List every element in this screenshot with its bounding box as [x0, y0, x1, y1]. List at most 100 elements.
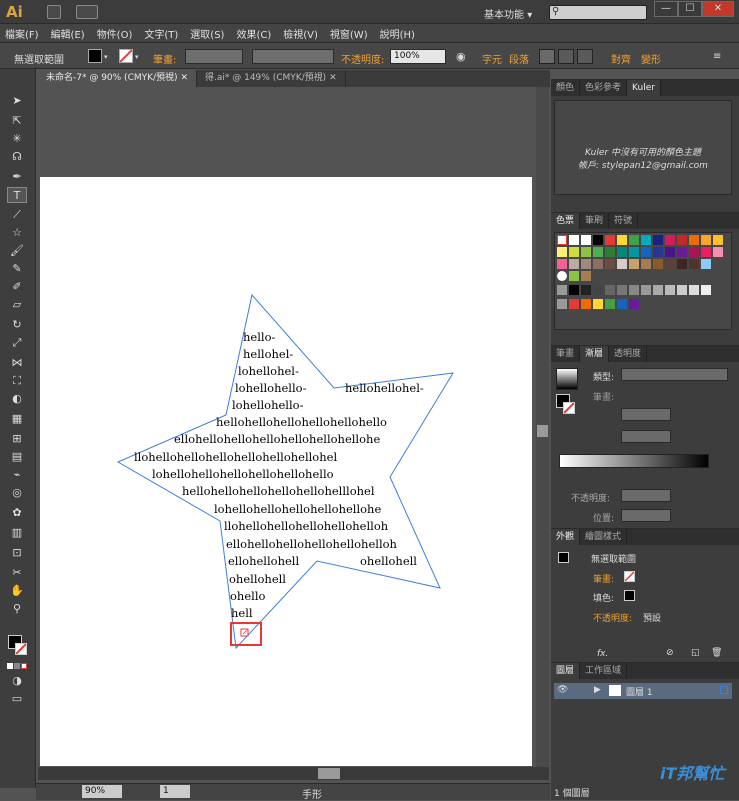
- swatch[interactable]: [629, 247, 639, 257]
- swatch[interactable]: [569, 285, 579, 295]
- swatch[interactable]: [605, 259, 615, 269]
- swatch[interactable]: [593, 299, 603, 309]
- swatch[interactable]: [677, 259, 687, 269]
- area-text-line[interactable]: ohellohell: [360, 554, 417, 568]
- swatch[interactable]: [581, 271, 591, 281]
- swatch[interactable]: [629, 299, 639, 309]
- swatch[interactable]: [569, 247, 579, 257]
- gradient-position-field[interactable]: [621, 509, 671, 522]
- swatch[interactable]: [641, 235, 651, 245]
- fx-icon[interactable]: fx.: [597, 649, 608, 659]
- stroke-color-icon[interactable]: [563, 402, 575, 414]
- swatch[interactable]: [617, 285, 627, 295]
- artboard-number-field[interactable]: 1: [160, 785, 190, 798]
- layer-row[interactable]: 👁 ▶ 圖層 1: [554, 683, 732, 699]
- expand-arrow-icon[interactable]: ▶: [594, 685, 601, 695]
- swatch[interactable]: [593, 259, 603, 269]
- scroll-thumb[interactable]: [537, 425, 548, 437]
- area-text-line[interactable]: hell: [231, 606, 253, 620]
- tab-brushes[interactable]: 筆刷: [580, 213, 610, 229]
- horizontal-scrollbar[interactable]: [38, 767, 549, 780]
- appearance-opacity-link[interactable]: 不透明度:: [593, 611, 632, 624]
- swatch[interactable]: [677, 285, 687, 295]
- folder-icon[interactable]: [557, 299, 567, 309]
- area-text-line[interactable]: lohellohello-: [235, 381, 306, 395]
- tab-stroke[interactable]: 筆畫: [551, 346, 581, 362]
- swatch[interactable]: [581, 247, 591, 257]
- swatch[interactable]: [653, 259, 663, 269]
- swatch[interactable]: [677, 247, 687, 257]
- area-text-line[interactable]: lohellohello-: [232, 398, 303, 412]
- swatch[interactable]: [617, 247, 627, 257]
- area-text-line[interactable]: llohellohellohellohellohelloh: [224, 519, 388, 533]
- swatch[interactable]: [641, 285, 651, 295]
- tab-graphic-styles[interactable]: 繪圖樣式: [580, 529, 628, 545]
- area-text-line[interactable]: ellohellohellohellohellohellohellohe: [174, 432, 380, 446]
- current-tool-label[interactable]: 手形: [302, 786, 322, 801]
- layer-target-icon[interactable]: [720, 686, 728, 694]
- swatch[interactable]: [557, 271, 567, 281]
- swatch[interactable]: [569, 235, 579, 245]
- area-text-line[interactable]: hellohellohellohellohellohelllohel: [182, 484, 375, 498]
- appearance-stroke-link[interactable]: 筆畫:: [593, 572, 614, 585]
- swatch[interactable]: [689, 235, 699, 245]
- scroll-thumb[interactable]: [318, 768, 340, 779]
- tab-kuler[interactable]: Kuler: [627, 80, 661, 96]
- swatch[interactable]: [701, 259, 711, 269]
- swatch[interactable]: [689, 247, 699, 257]
- area-text-line[interactable]: llohellohellohellohellohellohellohel: [134, 450, 337, 464]
- swatch[interactable]: [665, 259, 675, 269]
- swatch[interactable]: [713, 247, 723, 257]
- tab-swatches[interactable]: 色票: [551, 213, 581, 229]
- swatch[interactable]: [665, 285, 675, 295]
- appearance-fill-label[interactable]: 填色:: [593, 591, 614, 604]
- swatch[interactable]: [701, 285, 711, 295]
- swatch[interactable]: [557, 235, 567, 245]
- swatch[interactable]: [641, 259, 651, 269]
- area-text-line[interactable]: hellohellohellohellohellohello: [216, 415, 387, 429]
- area-text-line[interactable]: ohellohell: [229, 572, 286, 586]
- zoom-field[interactable]: 90%: [82, 785, 122, 798]
- area-text-line[interactable]: hello-: [243, 330, 275, 344]
- swatch[interactable]: [617, 259, 627, 269]
- folder-icon[interactable]: [557, 285, 567, 295]
- swatch[interactable]: [653, 247, 663, 257]
- appearance-fill-swatch[interactable]: [624, 590, 635, 601]
- swatch[interactable]: [641, 247, 651, 257]
- swatch[interactable]: [581, 285, 591, 295]
- area-text-line[interactable]: lohellohellohellohellohellohe: [214, 502, 381, 516]
- swatch[interactable]: [593, 285, 603, 295]
- appearance-stroke-swatch[interactable]: [624, 571, 635, 582]
- tab-color[interactable]: 顏色: [551, 80, 581, 96]
- swatch[interactable]: [665, 235, 675, 245]
- area-text-line[interactable]: ohello: [230, 589, 265, 603]
- gradient-preview[interactable]: [556, 368, 578, 390]
- area-text-line[interactable]: lohellohellohellohellohellohello: [152, 467, 334, 481]
- swatch[interactable]: [557, 247, 567, 257]
- swatch[interactable]: [653, 285, 663, 295]
- swatch[interactable]: [605, 299, 615, 309]
- swatch[interactable]: [629, 259, 639, 269]
- swatch[interactable]: [569, 271, 579, 281]
- gradient-slider[interactable]: [559, 454, 709, 468]
- tab-transparency[interactable]: 透明度: [609, 346, 648, 362]
- swatch[interactable]: [629, 235, 639, 245]
- swatch[interactable]: [557, 259, 567, 269]
- swatch[interactable]: [605, 285, 615, 295]
- layer-name[interactable]: 圖層 1: [626, 685, 653, 698]
- gradient-aspect-field[interactable]: [621, 430, 671, 443]
- swatch[interactable]: [629, 285, 639, 295]
- swatch[interactable]: [569, 299, 579, 309]
- tab-layers[interactable]: 圖層: [551, 663, 581, 679]
- area-text-line[interactable]: lohellohel-: [238, 364, 299, 378]
- trash-icon[interactable]: 🗑: [711, 648, 722, 658]
- swatch[interactable]: [617, 299, 627, 309]
- swatch[interactable]: [593, 247, 603, 257]
- swatch[interactable]: [701, 247, 711, 257]
- swatch[interactable]: [569, 259, 579, 269]
- tab-artboards[interactable]: 工作區域: [580, 663, 628, 679]
- swatch[interactable]: [593, 235, 603, 245]
- tab-symbols[interactable]: 符號: [609, 213, 639, 229]
- area-text-line[interactable]: hellohel-: [243, 347, 293, 361]
- swatch[interactable]: [617, 235, 627, 245]
